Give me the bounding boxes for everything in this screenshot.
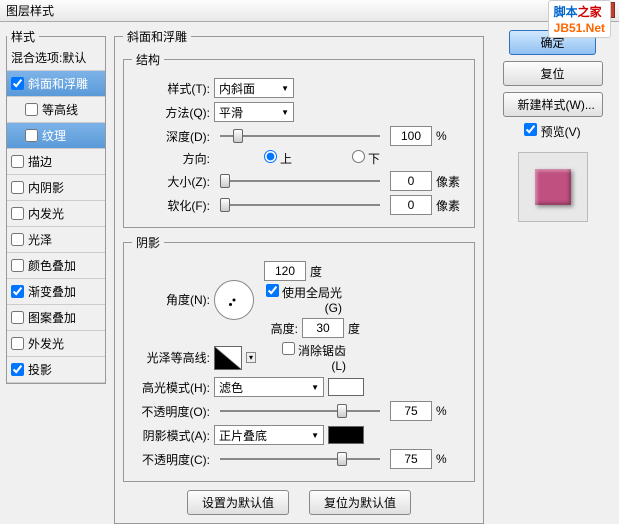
titlebar: 图层样式 <box>0 0 619 22</box>
shading-group: 阴影 角度(N): 度 使用全局光(G) 高度: 度 <box>123 234 475 482</box>
watermark: 脚本之家 JB51.Net <box>548 0 611 38</box>
style-item-10[interactable]: 外发光 <box>7 331 105 357</box>
chevron-down-icon: ▼ <box>311 383 319 392</box>
structure-group: 结构 样式(T): 内斜面▼ 方法(Q): 平滑▼ 深度(D): <box>123 51 475 228</box>
blend-options[interactable]: 混合选项:默认 <box>7 45 105 71</box>
angle-dial[interactable] <box>214 280 254 320</box>
highlight-opacity-slider[interactable] <box>220 403 380 419</box>
styles-panel: 样式 混合选项:默认斜面和浮雕等高线纹理描边内阴影内发光光泽颜色叠加渐变叠加图案… <box>6 28 106 384</box>
size-slider[interactable] <box>220 173 380 189</box>
bevel-group: 斜面和浮雕 结构 样式(T): 内斜面▼ 方法(Q): 平滑▼ 深度(D): <box>114 28 484 524</box>
style-checkbox[interactable] <box>11 233 24 246</box>
preview-swatch <box>535 169 571 205</box>
depth-slider[interactable] <box>220 128 380 144</box>
preview-box <box>518 152 588 222</box>
styles-header: 样式 <box>7 28 39 45</box>
shadow-color-swatch[interactable] <box>328 426 364 444</box>
shadow-mode-dropdown[interactable]: 正片叠底▼ <box>214 425 324 445</box>
style-item-11[interactable]: 投影 <box>7 357 105 383</box>
soften-input[interactable] <box>390 195 432 215</box>
gloss-contour[interactable] <box>214 346 242 370</box>
chevron-down-icon[interactable]: ▾ <box>246 352 256 363</box>
style-item-0[interactable]: 斜面和浮雕 <box>7 71 105 97</box>
antialias-checkbox[interactable]: 消除锯齿(L) <box>268 342 346 373</box>
style-item-7[interactable]: 颜色叠加 <box>7 253 105 279</box>
direction-down[interactable]: 下 <box>302 150 380 167</box>
style-checkbox[interactable] <box>11 207 24 220</box>
highlight-opacity-input[interactable] <box>390 401 432 421</box>
style-item-5[interactable]: 内发光 <box>7 201 105 227</box>
style-item-4[interactable]: 内阴影 <box>7 175 105 201</box>
cancel-button[interactable]: 复位 <box>503 61 603 86</box>
style-item-8[interactable]: 渐变叠加 <box>7 279 105 305</box>
style-checkbox[interactable] <box>11 77 24 90</box>
chevron-down-icon: ▼ <box>311 431 319 440</box>
highlight-mode-dropdown[interactable]: 滤色▼ <box>214 377 324 397</box>
reset-default-button[interactable]: 复位为默认值 <box>309 490 411 515</box>
shadow-opacity-slider[interactable] <box>220 451 380 467</box>
style-item-6[interactable]: 光泽 <box>7 227 105 253</box>
direction-up[interactable]: 上 <box>214 150 292 167</box>
style-checkbox[interactable] <box>11 155 24 168</box>
global-light-checkbox[interactable]: 使用全局光(G) <box>264 284 342 315</box>
new-style-button[interactable]: 新建样式(W)... <box>503 92 603 117</box>
make-default-button[interactable]: 设置为默认值 <box>187 490 289 515</box>
style-checkbox[interactable] <box>11 259 24 272</box>
style-item-2[interactable]: 纹理 <box>7 123 105 149</box>
style-checkbox[interactable] <box>25 129 38 142</box>
bevel-title: 斜面和浮雕 <box>123 28 191 45</box>
altitude-input[interactable] <box>302 318 344 338</box>
highlight-color-swatch[interactable] <box>328 378 364 396</box>
window-title: 图层样式 <box>6 2 54 19</box>
style-checkbox[interactable] <box>11 181 24 194</box>
shadow-opacity-input[interactable] <box>390 449 432 469</box>
angle-input[interactable] <box>264 261 306 281</box>
style-checkbox[interactable] <box>11 311 24 324</box>
style-dropdown[interactable]: 内斜面▼ <box>214 78 294 98</box>
technique-dropdown[interactable]: 平滑▼ <box>214 102 294 122</box>
depth-input[interactable] <box>390 126 432 146</box>
size-input[interactable] <box>390 171 432 191</box>
chevron-down-icon: ▼ <box>281 84 289 93</box>
style-item-9[interactable]: 图案叠加 <box>7 305 105 331</box>
style-checkbox[interactable] <box>25 103 38 116</box>
preview-checkbox[interactable]: 预览(V) <box>524 123 580 140</box>
style-checkbox[interactable] <box>11 285 24 298</box>
style-checkbox[interactable] <box>11 337 24 350</box>
style-item-3[interactable]: 描边 <box>7 149 105 175</box>
style-checkbox[interactable] <box>11 363 24 376</box>
chevron-down-icon: ▼ <box>281 108 289 117</box>
style-item-1[interactable]: 等高线 <box>7 97 105 123</box>
soften-slider[interactable] <box>220 197 380 213</box>
